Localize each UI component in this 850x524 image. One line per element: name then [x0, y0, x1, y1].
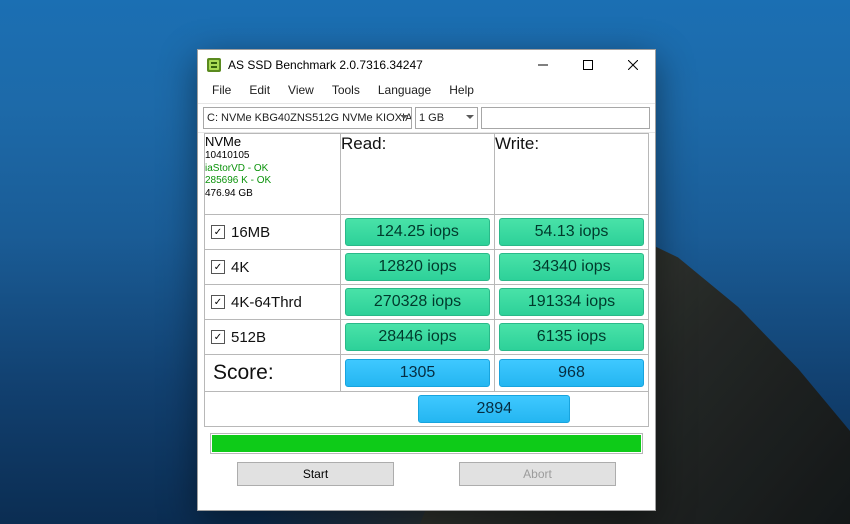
menu-help[interactable]: Help [441, 81, 482, 101]
drive-capacity: 476.94 GB [205, 188, 340, 201]
menu-language[interactable]: Language [370, 81, 439, 101]
write-header: Write: [495, 134, 649, 215]
drive-select[interactable]: C: NVMe KBG40ZNS512G NVMe KIOXIA [203, 107, 412, 129]
menu-view[interactable]: View [280, 81, 322, 101]
row-4k-label: ✓4K [205, 259, 340, 276]
drive-id: 10410105 [205, 150, 340, 163]
progress-fill [212, 435, 641, 452]
desktop-background: AS SSD Benchmark 2.0.7316.34247 File Edi… [0, 0, 850, 524]
row-512b-checkbox[interactable]: ✓ [211, 330, 225, 344]
results-table: NVMe 10410105 iaStorVD - OK 285696 K - O… [204, 133, 649, 427]
drive-alignment-status: 285696 K - OK [205, 175, 340, 188]
app-window: AS SSD Benchmark 2.0.7316.34247 File Edi… [197, 49, 656, 511]
drive-name: NVMe [205, 134, 340, 150]
row-512b-write: 6135 iops [499, 323, 644, 351]
row-4k-read: 12820 iops [345, 253, 490, 281]
score-label: Score: [205, 361, 340, 385]
row-16mb-label: ✓16MB [205, 224, 340, 241]
row-4k64thrd-label: ✓4K-64Thrd [205, 294, 340, 311]
menu-edit[interactable]: Edit [241, 81, 278, 101]
start-button[interactable]: Start [237, 462, 394, 486]
row-16mb-write: 54.13 iops [499, 218, 644, 246]
progress-bar [210, 433, 643, 454]
abort-button: Abort [459, 462, 616, 486]
drive-info-cell: NVMe 10410105 iaStorVD - OK 285696 K - O… [205, 134, 341, 215]
row-4k64thrd-checkbox[interactable]: ✓ [211, 295, 225, 309]
drive-driver-status: iaStorVD - OK [205, 163, 340, 176]
results-area: NVMe 10410105 iaStorVD - OK 285696 K - O… [198, 133, 655, 486]
score-read: 1305 [345, 359, 490, 387]
text-input[interactable] [481, 107, 650, 129]
score-write: 968 [499, 359, 644, 387]
window-title: AS SSD Benchmark 2.0.7316.34247 [228, 58, 423, 72]
row-4k-checkbox[interactable]: ✓ [211, 260, 225, 274]
score-total: 2894 [418, 395, 570, 423]
minimize-button[interactable] [520, 50, 565, 80]
app-icon [206, 57, 222, 73]
close-button[interactable] [610, 50, 655, 80]
button-row: Start Abort [204, 462, 649, 486]
read-header: Read: [341, 134, 495, 215]
menubar: File Edit View Tools Language Help [198, 81, 655, 104]
row-4k64thrd-write: 191334 iops [499, 288, 644, 316]
titlebar[interactable]: AS SSD Benchmark 2.0.7316.34247 [198, 50, 655, 81]
toolbar: C: NVMe KBG40ZNS512G NVMe KIOXIA 1 GB [198, 104, 655, 133]
row-4k64thrd-read: 270328 iops [345, 288, 490, 316]
menu-tools[interactable]: Tools [324, 81, 368, 101]
size-select[interactable]: 1 GB [415, 107, 478, 129]
drive-select-value: C: NVMe KBG40ZNS512G NVMe KIOXIA [207, 112, 412, 124]
row-512b-label: ✓512B [205, 329, 340, 346]
row-4k-write: 34340 iops [499, 253, 644, 281]
maximize-button[interactable] [565, 50, 610, 80]
row-512b-read: 28446 iops [345, 323, 490, 351]
menu-file[interactable]: File [204, 81, 239, 101]
size-select-value: 1 GB [419, 112, 444, 124]
row-16mb-read: 124.25 iops [345, 218, 490, 246]
row-16mb-checkbox[interactable]: ✓ [211, 225, 225, 239]
